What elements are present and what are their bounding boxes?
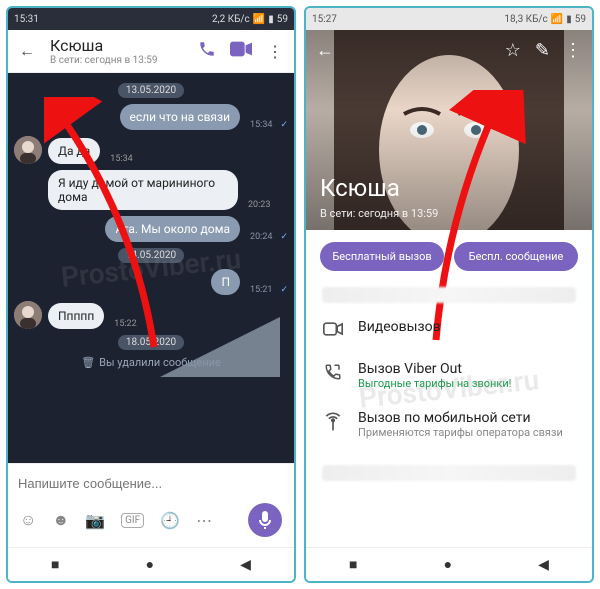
nav-back-icon[interactable]: ◀	[538, 557, 549, 573]
back-icon[interactable]: ←	[316, 40, 334, 61]
nav-bar: ■ ● ◀	[306, 547, 592, 581]
message-time: 20:23	[248, 200, 270, 210]
nav-back-icon[interactable]: ◀	[240, 557, 251, 573]
status-bar: 15:31 2,2 КБ/с 📶 ▮ 59	[8, 8, 294, 30]
nav-home-icon[interactable]: ●	[146, 556, 154, 573]
nav-recent-icon[interactable]: ■	[51, 556, 59, 573]
profile-status: В сети: сегодня в 13:59	[320, 207, 438, 220]
option-video-call[interactable]: Видеовызов	[306, 309, 592, 351]
more-icon[interactable]: ⋮	[264, 42, 286, 61]
chat-subtitle: В сети: сегодня в 13:59	[50, 55, 184, 66]
gif-icon[interactable]: GIF	[121, 513, 144, 528]
edit-icon[interactable]: ✎	[535, 40, 550, 61]
clock-icon[interactable]: 🕘	[160, 511, 180, 530]
message-row: если что на связи 15:34 ✓	[14, 104, 288, 130]
status-net: 2,2 КБ/с	[212, 14, 250, 25]
wifi-icon: 📶	[551, 14, 563, 25]
message-bubble[interactable]: Да да	[48, 138, 100, 164]
message-input[interactable]	[16, 470, 286, 501]
composer: ☺ ☻ 📷 GIF 🕘 ⋯	[8, 463, 294, 547]
mic-button[interactable]	[248, 503, 282, 537]
message-time: 15:34	[110, 154, 132, 164]
date-chip: 14.05.2020	[118, 248, 184, 263]
chat-header: ← Ксюша В сети: сегодня в 13:59 ⋮	[8, 30, 294, 73]
back-icon[interactable]: ←	[16, 41, 38, 61]
option-cellular-call[interactable]: Вызов по мобильной сети Применяются тари…	[306, 400, 592, 449]
profile-body: ProstoViber.ru Бесплатный вызов Беспл. с…	[306, 230, 592, 547]
status-battery: 59	[575, 14, 586, 25]
option-label: Вызов Viber Out	[358, 361, 512, 377]
info-blurred	[322, 465, 576, 481]
message-time: 15:21	[250, 285, 272, 295]
avatar[interactable]	[14, 136, 42, 164]
read-icon: ✓	[280, 285, 288, 295]
read-icon: ✓	[280, 232, 288, 242]
date-chip: 13.05.2020	[118, 83, 184, 98]
video-icon	[322, 321, 344, 341]
phone-out-icon	[322, 363, 344, 386]
antenna-icon	[322, 412, 344, 437]
video-icon[interactable]	[230, 41, 252, 61]
chat-title-block[interactable]: Ксюша В сети: сегодня в 13:59	[50, 36, 184, 66]
call-icon[interactable]	[196, 40, 218, 62]
star-icon[interactable]: ☆	[505, 40, 521, 61]
option-viber-out[interactable]: Вызов Viber Out Выгодные тарифы на звонк…	[306, 351, 592, 400]
option-label: Видеовызов	[358, 319, 441, 335]
battery-icon: ▮	[566, 14, 572, 25]
message-row: Я иду домой от марининого дома 20:23	[14, 170, 288, 210]
camera-icon[interactable]: 📷	[85, 511, 105, 530]
nav-home-icon[interactable]: ●	[444, 556, 452, 573]
chat-screen: 15:31 2,2 КБ/с 📶 ▮ 59 ← Ксюша В сети: се…	[6, 6, 296, 583]
emoji-icon[interactable]: ☻	[52, 510, 69, 530]
attachment-shape	[160, 317, 280, 377]
free-message-button[interactable]: Беспл. сообщение	[454, 242, 578, 271]
profile-hero[interactable]: ← ☆ ✎ ⋮ Ксюша В сети: сегодня в 13:59	[306, 30, 592, 230]
battery-icon: ▮	[268, 14, 274, 25]
message-bubble[interactable]: Ппппп	[48, 303, 104, 329]
profile-name: Ксюша	[320, 174, 400, 202]
message-bubble[interactable]: П	[211, 269, 240, 295]
profile-screen: 15:27 18,3 КБ/с 📶 ▮ 59	[304, 6, 594, 583]
message-time: 20:24	[250, 232, 272, 242]
message-row: Ага. Мы около дома 20:24 ✓	[14, 216, 288, 242]
message-row: Да да 15:34	[14, 136, 288, 164]
message-time: 15:22	[114, 319, 136, 329]
chat-title: Ксюша	[50, 36, 184, 55]
status-time: 15:27	[312, 14, 337, 25]
sticker-icon[interactable]: ☺	[20, 510, 36, 530]
message-time: 15:34	[250, 120, 272, 130]
phone-number-blurred	[322, 287, 576, 303]
nav-bar: ■ ● ◀	[8, 547, 294, 581]
more-composer-icon[interactable]: ⋯	[196, 511, 212, 530]
message-bubble[interactable]: Я иду домой от марининого дома	[48, 170, 238, 210]
free-call-button[interactable]: Бесплатный вызов	[320, 242, 444, 271]
status-battery: 59	[277, 14, 288, 25]
wifi-icon: 📶	[253, 14, 265, 25]
status-bar: 15:27 18,3 КБ/с 📶 ▮ 59	[306, 8, 592, 30]
status-net: 18,3 КБ/с	[504, 14, 547, 25]
message-bubble[interactable]: если что на связи	[120, 104, 241, 130]
message-row: П 15:21 ✓	[14, 269, 288, 295]
trash-icon: 🗑	[81, 356, 95, 369]
message-bubble[interactable]: Ага. Мы около дома	[105, 216, 240, 242]
option-sublabel: Применяются тарифы оператора связи	[358, 426, 563, 439]
option-label: Вызов по мобильной сети	[358, 410, 563, 426]
read-icon: ✓	[280, 120, 288, 130]
nav-recent-icon[interactable]: ■	[349, 556, 357, 573]
avatar[interactable]	[14, 301, 42, 329]
status-time: 15:31	[14, 14, 39, 25]
option-sublabel: Выгодные тарифы на звонки!	[358, 377, 512, 390]
chat-body: ProstoViber.ru 13.05.2020 если что на св…	[8, 73, 294, 463]
more-icon[interactable]: ⋮	[564, 40, 582, 61]
